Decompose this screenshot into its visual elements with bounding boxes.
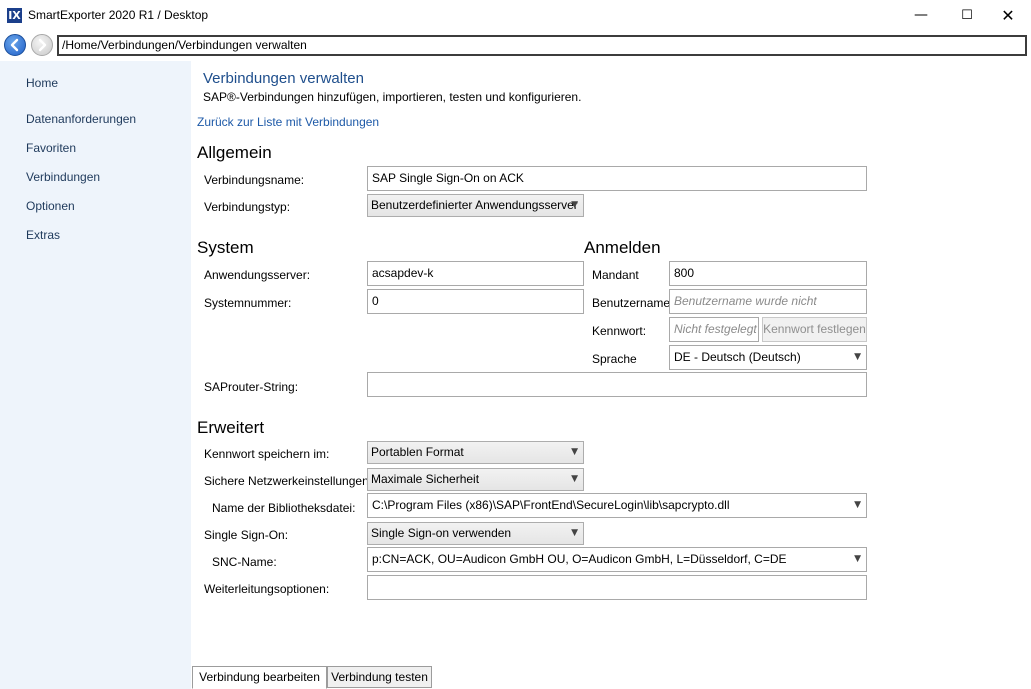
secure-network-select[interactable]: Maximale Sicherheit ▼ [367,468,584,491]
sidebar: Home Datenanforderungen Favoriten Verbin… [0,61,191,689]
close-icon[interactable]: ✕ [985,0,1031,31]
app-server-label: Anwendungsserver: [204,268,311,282]
connection-name-input[interactable]: SAP Single Sign-On on ACK [367,166,867,191]
library-file-label: Name der Bibliotheksdatei: [212,501,356,515]
chevron-down-icon: ▼ [571,200,578,210]
chevron-down-icon: ▼ [854,500,861,510]
language-select[interactable]: DE - Deutsch (Deutsch) ▼ [669,345,867,370]
maximize-icon[interactable]: ☐ [944,0,990,31]
chevron-down-icon: ▼ [571,474,578,484]
single-sign-on-select[interactable]: Single Sign-on verwenden ▼ [367,522,584,545]
language-value: DE - Deutsch (Deutsch) [674,350,801,364]
chevron-down-icon: ▼ [854,352,861,362]
password-input[interactable]: Nicht festgelegt [669,317,759,342]
saprouter-label: SAProuter-String: [204,380,299,394]
forward-arrow-icon[interactable] [31,34,53,56]
sidebar-item-home[interactable]: Home [26,76,58,90]
connection-name-label: Verbindungsname: [204,173,305,187]
main-content: Verbindungen verwalten SAP®-Verbindungen… [191,61,1031,689]
window-title: SmartExporter 2020 R1 / Desktop [28,8,209,22]
single-sign-on-value: Single Sign-on verwenden [371,526,512,540]
back-arrow-icon[interactable] [4,34,26,56]
snc-name-label: SNC-Name: [212,555,277,569]
page-title: Verbindungen verwalten [203,70,364,87]
client-label: Mandant [592,268,639,282]
sidebar-item-verbindungen[interactable]: Verbindungen [26,170,100,184]
app-logo-icon: IX [7,8,22,23]
minimize-icon[interactable]: — [898,0,944,31]
language-label: Sprache [592,352,637,366]
saprouter-input[interactable] [367,372,867,397]
sidebar-item-extras[interactable]: Extras [26,228,60,242]
app-server-input[interactable]: acsapdev-k [367,261,584,286]
connection-type-value: Benutzerdefinierter Anwendungsserver [371,198,578,212]
system-number-input[interactable]: 0 [367,289,584,314]
snc-name-value: p:CN=ACK, OU=Audicon GmbH OU, O=Audicon … [372,552,787,566]
forwarding-options-label: Weiterleitungsoptionen: [204,582,330,596]
library-file-select[interactable]: C:\Program Files (x86)\SAP\FrontEnd\Secu… [367,493,867,518]
title-bar: IX SmartExporter 2020 R1 / Desktop — ☐ ✕ [0,0,1031,31]
tab-edit-connection[interactable]: Verbindung bearbeiten [192,666,327,689]
tab-test-connection[interactable]: Verbindung testen [327,666,432,688]
save-password-label: Kennwort speichern im: [204,447,330,461]
password-label: Kennwort: [592,324,647,338]
username-label: Benutzername [592,296,671,310]
forwarding-options-input[interactable] [367,575,867,600]
sidebar-item-favoriten[interactable]: Favoriten [26,141,76,155]
username-input[interactable]: Benutzername wurde nicht festgelegt [669,289,867,331]
address-bar[interactable]: /Home/Verbindungen/Verbindungen verwalte… [57,35,1027,56]
secure-network-label: Sichere Netzwerkeinstellungen: [204,474,373,488]
library-file-value: C:\Program Files (x86)\SAP\FrontEnd\Secu… [372,498,730,512]
chevron-down-icon: ▼ [854,554,861,564]
connection-type-label: Verbindungstyp: [204,200,291,214]
chevron-down-icon: ▼ [571,447,578,457]
section-heading-general: Allgemein [197,143,272,162]
page-subtitle: SAP®-Verbindungen hinzufügen, importiere… [203,90,582,104]
sidebar-item-optionen[interactable]: Optionen [26,199,75,213]
system-number-label: Systemnummer: [204,296,292,310]
save-password-select[interactable]: Portablen Format ▼ [367,441,584,464]
save-password-value: Portablen Format [371,445,464,459]
section-heading-advanced: Erweitert [197,418,265,437]
set-password-button[interactable]: Kennwort festlegen [762,317,867,342]
connection-type-select[interactable]: Benutzerdefinierter Anwendungsserver ▼ [367,194,584,217]
snc-name-select[interactable]: p:CN=ACK, OU=Audicon GmbH OU, O=Audicon … [367,547,867,572]
single-sign-on-label: Single Sign-On: [204,528,289,542]
sidebar-item-datenanforderungen[interactable]: Datenanforderungen [26,112,136,126]
chevron-down-icon: ▼ [571,528,578,538]
section-heading-system: System [197,238,254,257]
navigation-bar: /Home/Verbindungen/Verbindungen verwalte… [0,31,1031,61]
secure-network-value: Maximale Sicherheit [371,472,480,486]
back-to-list-link[interactable]: Zurück zur Liste mit Verbindungen [197,115,379,129]
client-input[interactable]: 800 [669,261,867,286]
section-heading-login: Anmelden [584,238,661,257]
